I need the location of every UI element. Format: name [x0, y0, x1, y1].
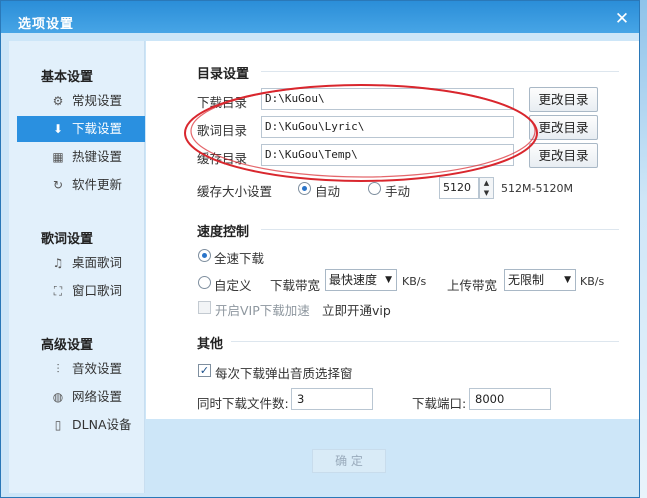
popup-quality-label: 每次下载弹出音质选择窗 — [215, 366, 353, 381]
update-icon: ↻ — [52, 178, 64, 192]
download-bandwidth-select[interactable]: 最快速度 ▼ — [325, 269, 397, 291]
upload-bandwidth-unit: KB/s — [580, 275, 605, 288]
sidebar-item-download[interactable]: ⬇ 下载设置 — [17, 116, 145, 142]
sidebar-item-window-lyric[interactable]: ⛶ 窗口歌词 — [17, 278, 145, 304]
sidebar-group-advanced: 高级设置 — [41, 338, 94, 353]
section-title-other: 其他 — [197, 337, 224, 352]
section-title-speed: 速度控制 — [197, 225, 250, 240]
keyboard-icon: ▦ — [52, 150, 64, 164]
custom-speed-label[interactable]: 自定义 — [214, 275, 252, 294]
close-icon[interactable]: ✕ — [613, 10, 631, 28]
equalizer-icon: ⫶ — [56, 362, 60, 376]
dropdown-arrow-icon: ▼ — [564, 275, 571, 285]
ok-button[interactable]: 确 定 — [312, 449, 386, 473]
download-bandwidth-label: 下载带宽 — [270, 278, 321, 293]
section-divider — [261, 229, 619, 230]
sidebar-item-label: 窗口歌词 — [72, 283, 123, 298]
sidebar-item-label: 常规设置 — [72, 93, 123, 108]
upload-bandwidth-value: 无限制 — [508, 273, 545, 287]
vip-accel-label: 开启VIP下载加速 — [215, 303, 310, 318]
sidebar: 基本设置 ⚙ 常规设置 ⬇ 下载设置 ▦ 热键设置 ↻ 软件更新 歌词设置 ♫ … — [9, 41, 145, 493]
download-bandwidth-unit: KB/s — [402, 275, 427, 288]
sidebar-group-basic: 基本设置 — [41, 70, 94, 85]
section-title-directory: 目录设置 — [197, 67, 250, 82]
sidebar-item-hotkey[interactable]: ▦ 热键设置 — [17, 144, 145, 170]
network-icon: ◍ — [52, 390, 64, 404]
upload-bandwidth-label: 上传带宽 — [447, 278, 498, 293]
red-highlight-annotation — [184, 84, 538, 182]
sidebar-item-network[interactable]: ◍ 网络设置 — [17, 384, 145, 410]
concurrent-downloads-input[interactable]: 3 — [291, 388, 373, 410]
download-port-input[interactable]: 8000 — [469, 388, 551, 410]
sidebar-item-label: 软件更新 — [72, 177, 123, 192]
custom-speed-radio[interactable] — [198, 276, 211, 289]
full-speed-radio[interactable] — [198, 249, 211, 262]
title-bar[interactable]: 选项设置 ✕ — [1, 1, 639, 41]
full-speed-label[interactable]: 全速下载 — [214, 248, 264, 267]
download-port-label: 下载端口: — [412, 396, 467, 411]
sidebar-item-label: DLNA设备 — [72, 417, 132, 432]
sidebar-item-dlna[interactable]: ▯ DLNA设备 — [17, 412, 145, 438]
dropdown-arrow-icon: ▼ — [385, 275, 392, 285]
sidebar-item-label: 网络设置 — [72, 389, 123, 404]
sidebar-item-sound-effects[interactable]: ⫶ 音效设置 — [17, 356, 145, 382]
vip-accel-checkbox[interactable] — [198, 301, 211, 314]
sidebar-item-update[interactable]: ↻ 软件更新 — [17, 172, 145, 198]
sidebar-item-desktop-lyric[interactable]: ♫ 桌面歌词 — [17, 250, 145, 276]
concurrent-downloads-label: 同时下载文件数: — [197, 396, 289, 411]
sidebar-group-lyrics: 歌词设置 — [41, 232, 94, 247]
download-bandwidth-value: 最快速度 — [329, 273, 378, 287]
sidebar-item-label: 下载设置 — [72, 121, 123, 136]
sidebar-item-label: 音效设置 — [72, 361, 123, 376]
window-title: 选项设置 — [18, 17, 75, 32]
download-icon: ⬇ — [52, 122, 64, 136]
window-lyric-icon: ⛶ — [53, 284, 63, 298]
vip-signup-link[interactable]: 立即开通vip — [322, 300, 391, 319]
section-divider — [261, 71, 619, 72]
upload-bandwidth-select[interactable]: 无限制 ▼ — [504, 269, 576, 291]
popup-quality-checkbox[interactable]: ✓ — [198, 364, 211, 377]
options-dialog: 选项设置 ✕ 基本设置 ⚙ 常规设置 ⬇ 下载设置 ▦ 热键设置 ↻ 软件更新 … — [0, 0, 640, 498]
desktop-lyric-icon: ♫ — [52, 256, 64, 270]
sidebar-item-label: 热键设置 — [72, 149, 123, 164]
sidebar-item-label: 桌面歌词 — [72, 255, 123, 270]
gear-icon: ⚙ — [52, 94, 64, 108]
dlna-device-icon: ▯ — [54, 418, 62, 432]
sidebar-item-general[interactable]: ⚙ 常规设置 — [17, 88, 145, 114]
section-divider — [231, 341, 619, 342]
